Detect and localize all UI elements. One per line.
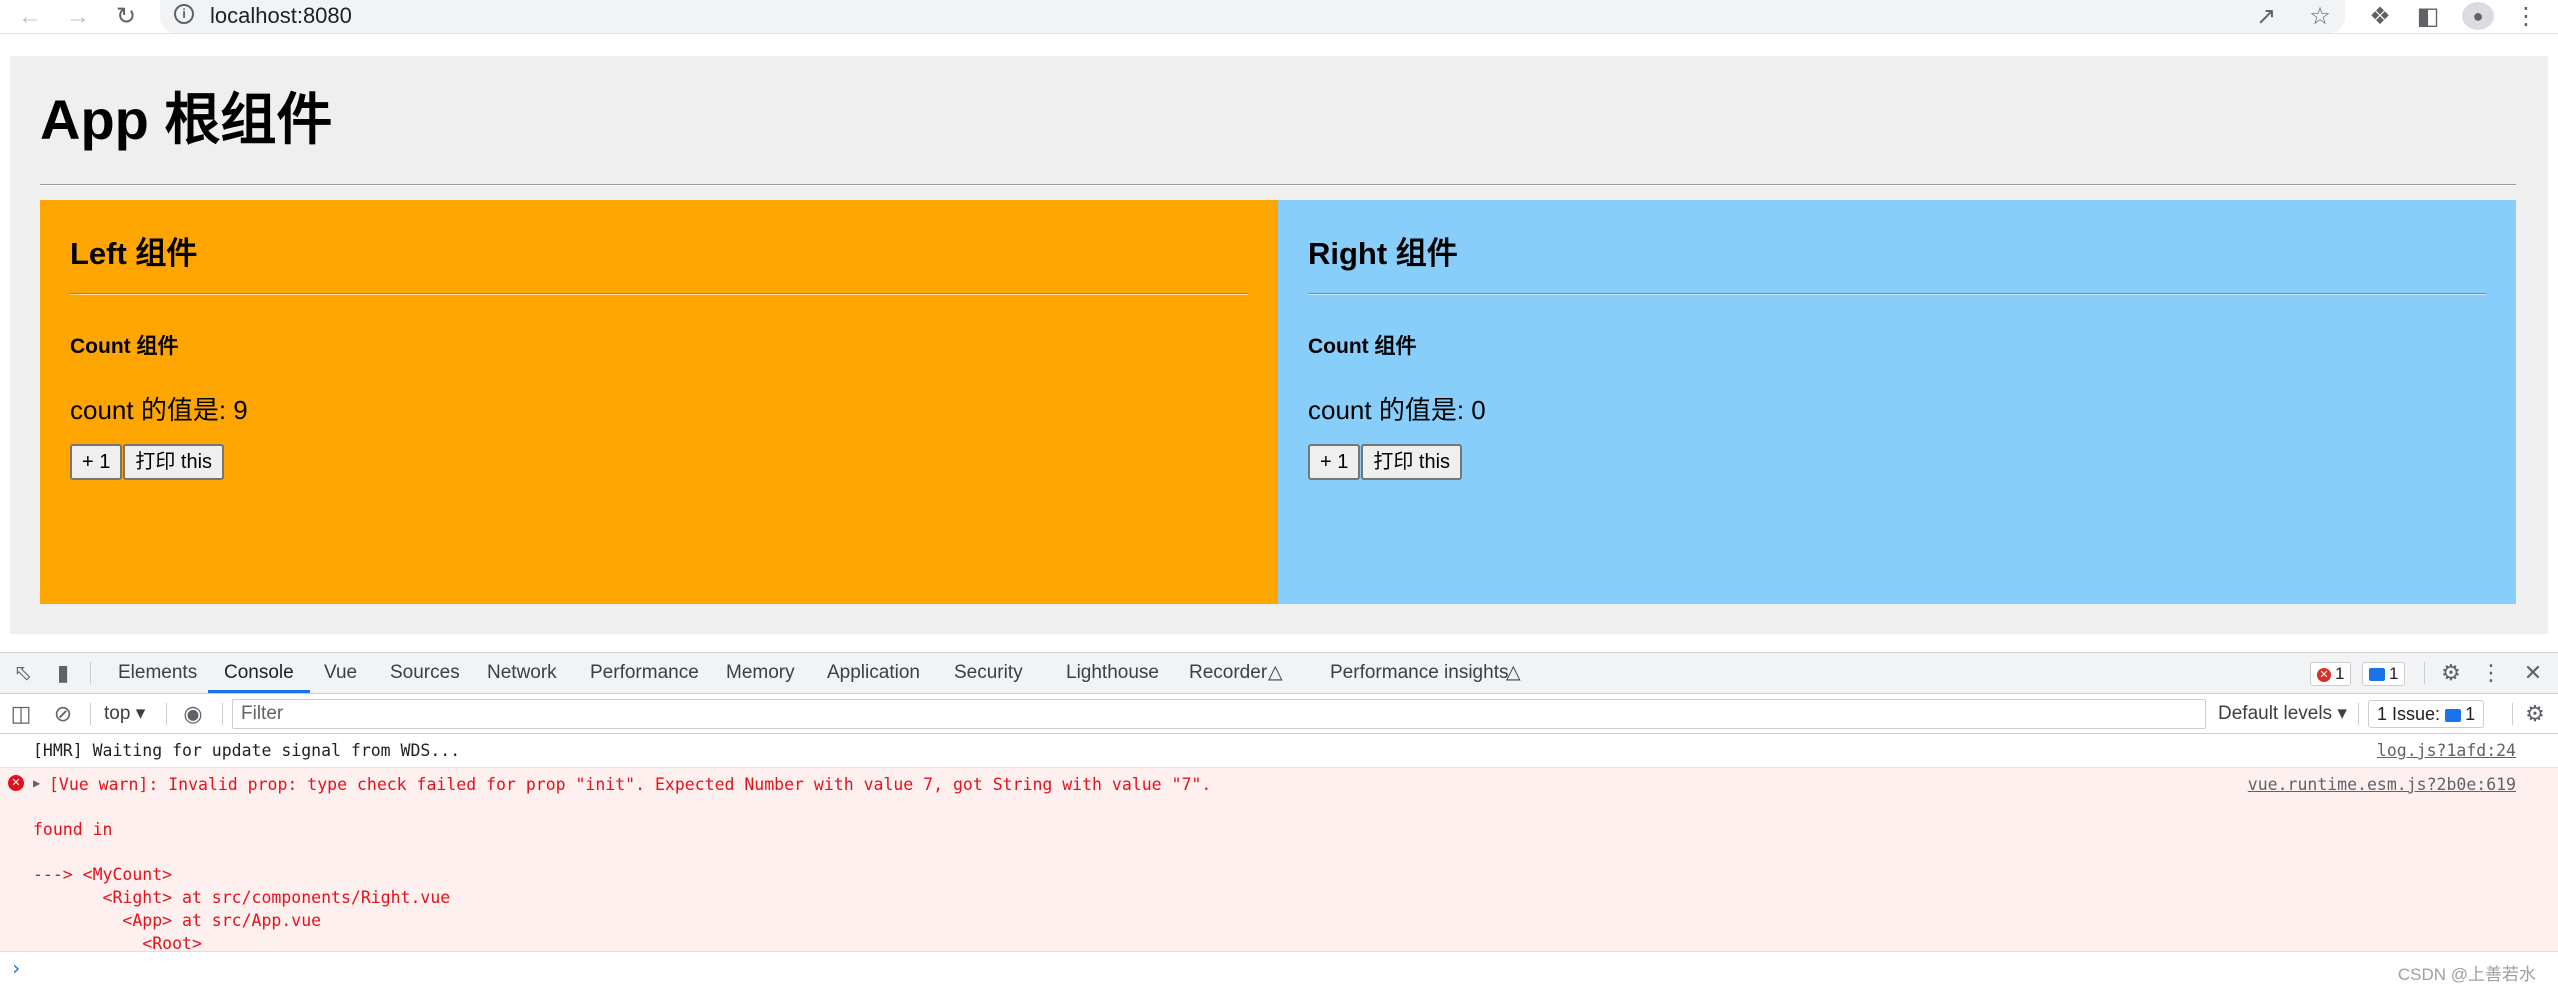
gear-icon[interactable]: ⚙ bbox=[2518, 694, 2552, 734]
increment-button[interactable]: + 1 bbox=[1308, 444, 1361, 480]
close-icon[interactable]: ✕ bbox=[2516, 653, 2550, 693]
share-icon[interactable]: ↗ bbox=[2248, 0, 2284, 33]
component-panes: Left 组件 Count 组件 count 的值是: 9 + 1 打印 thi… bbox=[40, 200, 2516, 604]
device-toolbar-icon[interactable]: ▮ bbox=[46, 653, 80, 693]
side-panel-icon[interactable]: ◧ bbox=[2408, 0, 2448, 33]
puzzle-icon[interactable]: ❖ bbox=[2360, 0, 2400, 33]
sidebar-toggle-icon[interactable]: ◫ bbox=[4, 694, 38, 734]
browser-toolbar: ← → ↻ i localhost:8080 ↗ ☆ ❖ ◧ ● ⋮ bbox=[0, 0, 2558, 34]
tab-application[interactable]: Application bbox=[827, 653, 920, 693]
app-title: App 根组件 bbox=[40, 88, 333, 151]
filter-input[interactable]: Filter bbox=[232, 699, 2206, 729]
url-text[interactable]: localhost:8080 bbox=[210, 2, 352, 30]
devtools-tabbar: ⬁ ▮ Elements Console Vue Sources Network… bbox=[0, 652, 2558, 694]
print-this-button[interactable]: 打印 this bbox=[123, 444, 225, 480]
message-count-badge[interactable]: 1 bbox=[2362, 662, 2406, 686]
tab-sources[interactable]: Sources bbox=[390, 653, 460, 693]
error-icon: ✕ bbox=[2317, 667, 2331, 682]
message-icon bbox=[2369, 668, 2385, 682]
kebab-icon[interactable]: ⋮ bbox=[2506, 0, 2546, 33]
star-icon[interactable]: ☆ bbox=[2302, 0, 2338, 33]
button-group: + 1 打印 this bbox=[1308, 444, 1463, 480]
count-value: count 的值是: 9 bbox=[70, 395, 248, 425]
watermark: CSDN @上善若水 bbox=[2397, 965, 2536, 984]
log-text: [HMR] Waiting for update signal from WDS… bbox=[33, 741, 461, 760]
app-root: App 根组件 Left 组件 Count 组件 count 的值是: 9 + … bbox=[10, 56, 2548, 634]
issues-button[interactable]: 1 Issue: 1 bbox=[2368, 700, 2485, 728]
console-prompt[interactable]: › bbox=[10, 956, 22, 980]
kebab-icon[interactable]: ⋮ bbox=[2474, 653, 2508, 693]
tab-performance[interactable]: Performance bbox=[590, 653, 699, 693]
tab-performance-insights[interactable]: Performance insights bbox=[1330, 653, 1508, 693]
tab-memory[interactable]: Memory bbox=[726, 653, 795, 693]
button-group: + 1 打印 this bbox=[70, 444, 225, 480]
tab-network[interactable]: Network bbox=[487, 653, 557, 693]
stack-line: <App> at src/App.vue bbox=[33, 911, 322, 930]
stack-line: ---> <MyCount> bbox=[33, 865, 173, 884]
context-select[interactable]: top ▾ bbox=[104, 694, 145, 734]
stack-line: <Root> bbox=[33, 934, 202, 953]
tab-vue[interactable]: Vue bbox=[324, 653, 357, 693]
error-message: [Vue warn]: Invalid prop: type check fai… bbox=[49, 775, 1212, 794]
source-link[interactable]: vue.runtime.esm.js?2b0e:619 bbox=[2248, 775, 2516, 794]
stack-line: <Right> at src/components/Right.vue bbox=[33, 888, 451, 907]
divider bbox=[70, 293, 1248, 295]
count-title: Count 组件 bbox=[70, 335, 179, 358]
console-error: ✕ ▶ [Vue warn]: Invalid prop: type check… bbox=[0, 768, 2558, 953]
flask-icon: △ bbox=[1268, 662, 1283, 683]
print-this-button[interactable]: 打印 this bbox=[1361, 444, 1463, 480]
source-link[interactable]: log.js?1afd:24 bbox=[2377, 741, 2516, 760]
right-title: Right 组件 bbox=[1308, 236, 1458, 271]
address-bar[interactable]: i localhost:8080 ↗ ☆ bbox=[160, 0, 2345, 33]
increment-button[interactable]: + 1 bbox=[70, 444, 123, 480]
eye-icon[interactable]: ◉ bbox=[176, 694, 210, 734]
count-title: Count 组件 bbox=[1308, 335, 1417, 358]
divider bbox=[40, 184, 2516, 186]
chevron-down-icon: ▾ bbox=[2337, 703, 2347, 724]
count-value: count 的值是: 0 bbox=[1308, 395, 1486, 425]
divider bbox=[1308, 293, 2486, 295]
tab-console[interactable]: Console bbox=[208, 653, 310, 693]
chevron-down-icon: ▾ bbox=[135, 703, 146, 724]
tab-recorder[interactable]: Recorder bbox=[1189, 653, 1267, 693]
log-levels-select[interactable]: Default levels ▾ bbox=[2218, 694, 2347, 734]
console-output: [HMR] Waiting for update signal from WDS… bbox=[0, 734, 2558, 989]
message-icon bbox=[2445, 708, 2462, 722]
inspect-element-icon[interactable]: ⬁ bbox=[6, 653, 40, 693]
error-found-in: found in bbox=[33, 820, 113, 839]
info-icon[interactable]: i bbox=[174, 4, 194, 24]
tab-lighthouse[interactable]: Lighthouse bbox=[1066, 653, 1159, 693]
tab-security[interactable]: Security bbox=[954, 653, 1023, 693]
expand-triangle-icon[interactable]: ▶ bbox=[33, 776, 40, 790]
left-component: Left 组件 Count 组件 count 的值是: 9 + 1 打印 thi… bbox=[40, 200, 1278, 604]
profile-icon[interactable]: ● bbox=[2462, 2, 2494, 30]
left-title: Left 组件 bbox=[70, 236, 198, 271]
console-toolbar: ◫ ⊘ top ▾ ◉ Filter Default levels ▾ 1 Is… bbox=[0, 694, 2558, 734]
forward-icon[interactable]: → bbox=[58, 0, 98, 33]
clear-console-icon[interactable]: ⊘ bbox=[46, 694, 80, 734]
error-count-badge[interactable]: ✕ 1 bbox=[2310, 662, 2352, 686]
reload-icon[interactable]: ↻ bbox=[106, 0, 146, 33]
back-icon[interactable]: ← bbox=[10, 0, 50, 33]
gear-icon[interactable]: ⚙ bbox=[2434, 653, 2468, 693]
error-icon: ✕ bbox=[8, 775, 24, 791]
right-component: Right 组件 Count 组件 count 的值是: 0 + 1 打印 th… bbox=[1278, 200, 2516, 604]
flask-icon: △ bbox=[1506, 662, 1521, 683]
tab-elements[interactable]: Elements bbox=[118, 653, 197, 693]
console-message: [HMR] Waiting for update signal from WDS… bbox=[0, 734, 2558, 768]
